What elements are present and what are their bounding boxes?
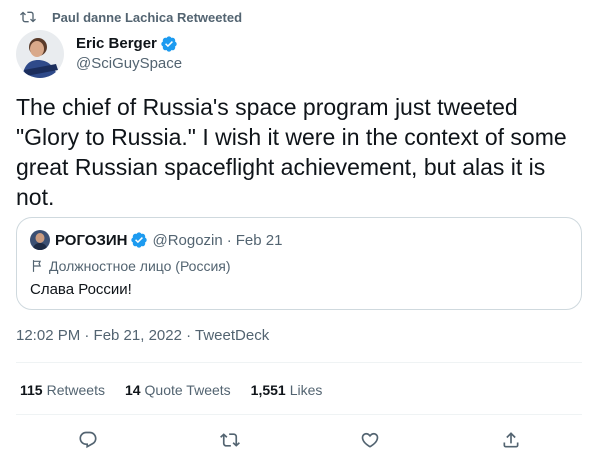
- retweets-stat[interactable]: 115 Retweets: [20, 382, 105, 398]
- author-avatar[interactable]: [16, 30, 64, 78]
- tweet-timestamp[interactable]: 12:02 PM · Feb 21, 2022 · TweetDeck: [16, 326, 269, 346]
- author-handle[interactable]: @SciGuySpace: [76, 54, 182, 74]
- retweet-icon: [20, 11, 36, 23]
- quote-tweets-count: 14: [124, 382, 141, 398]
- quoted-tweet-card[interactable]: РОГОЗИН @Rogozin · Feb 21 Должностное ли…: [16, 217, 582, 310]
- quoted-tweet-text: Слава России!: [30, 281, 132, 298]
- divider: [16, 362, 582, 363]
- divider: [16, 414, 582, 415]
- likes-count: 1,551: [250, 382, 286, 398]
- verified-badge-icon: [131, 232, 148, 248]
- tweet-text: The chief of Russia's space program just…: [16, 94, 567, 210]
- tweet-author: Eric Berger @SciGuySpace: [16, 30, 182, 78]
- engagement-stats: 115 Retweets 14 Quote Tweets 1,551 Likes: [20, 380, 342, 400]
- reply-button[interactable]: [74, 426, 102, 454]
- quoted-author-avatar: [30, 230, 50, 250]
- action-bar: [0, 426, 598, 454]
- likes-label: Likes: [289, 382, 323, 398]
- retweet-icon: [220, 433, 240, 447]
- flag-icon: [32, 260, 42, 272]
- like-button[interactable]: [356, 426, 384, 454]
- retweeted-by-bar[interactable]: Paul danne Lachica Retweeted: [20, 8, 242, 26]
- retweets-label: Retweets: [46, 382, 105, 398]
- reply-icon: [79, 431, 97, 449]
- quoted-author-handle: @Rogozin: [152, 231, 223, 249]
- quoted-date: Feb 21: [235, 231, 283, 249]
- verified-badge-icon: [161, 36, 177, 52]
- retweets-count: 115: [20, 382, 43, 398]
- retweeted-by-text: Paul danne Lachica Retweeted: [52, 9, 243, 25]
- likes-stat[interactable]: 1,551 Likes: [251, 382, 323, 398]
- government-label-text: Должностное лицо (Россия): [49, 258, 231, 274]
- separator-dot: ·: [226, 231, 232, 249]
- quoted-author-name: РОГОЗИН: [55, 231, 128, 249]
- author-name[interactable]: Eric Berger: [76, 34, 157, 54]
- share-button[interactable]: [497, 426, 525, 454]
- quote-tweets-label: Quote Tweets: [144, 382, 231, 398]
- government-label[interactable]: Должностное лицо (Россия): [30, 256, 231, 276]
- share-icon: [503, 432, 519, 448]
- quote-tweets-stat[interactable]: 14 Quote Tweets: [125, 382, 231, 398]
- retweet-button[interactable]: [216, 426, 244, 454]
- like-icon: [361, 432, 379, 448]
